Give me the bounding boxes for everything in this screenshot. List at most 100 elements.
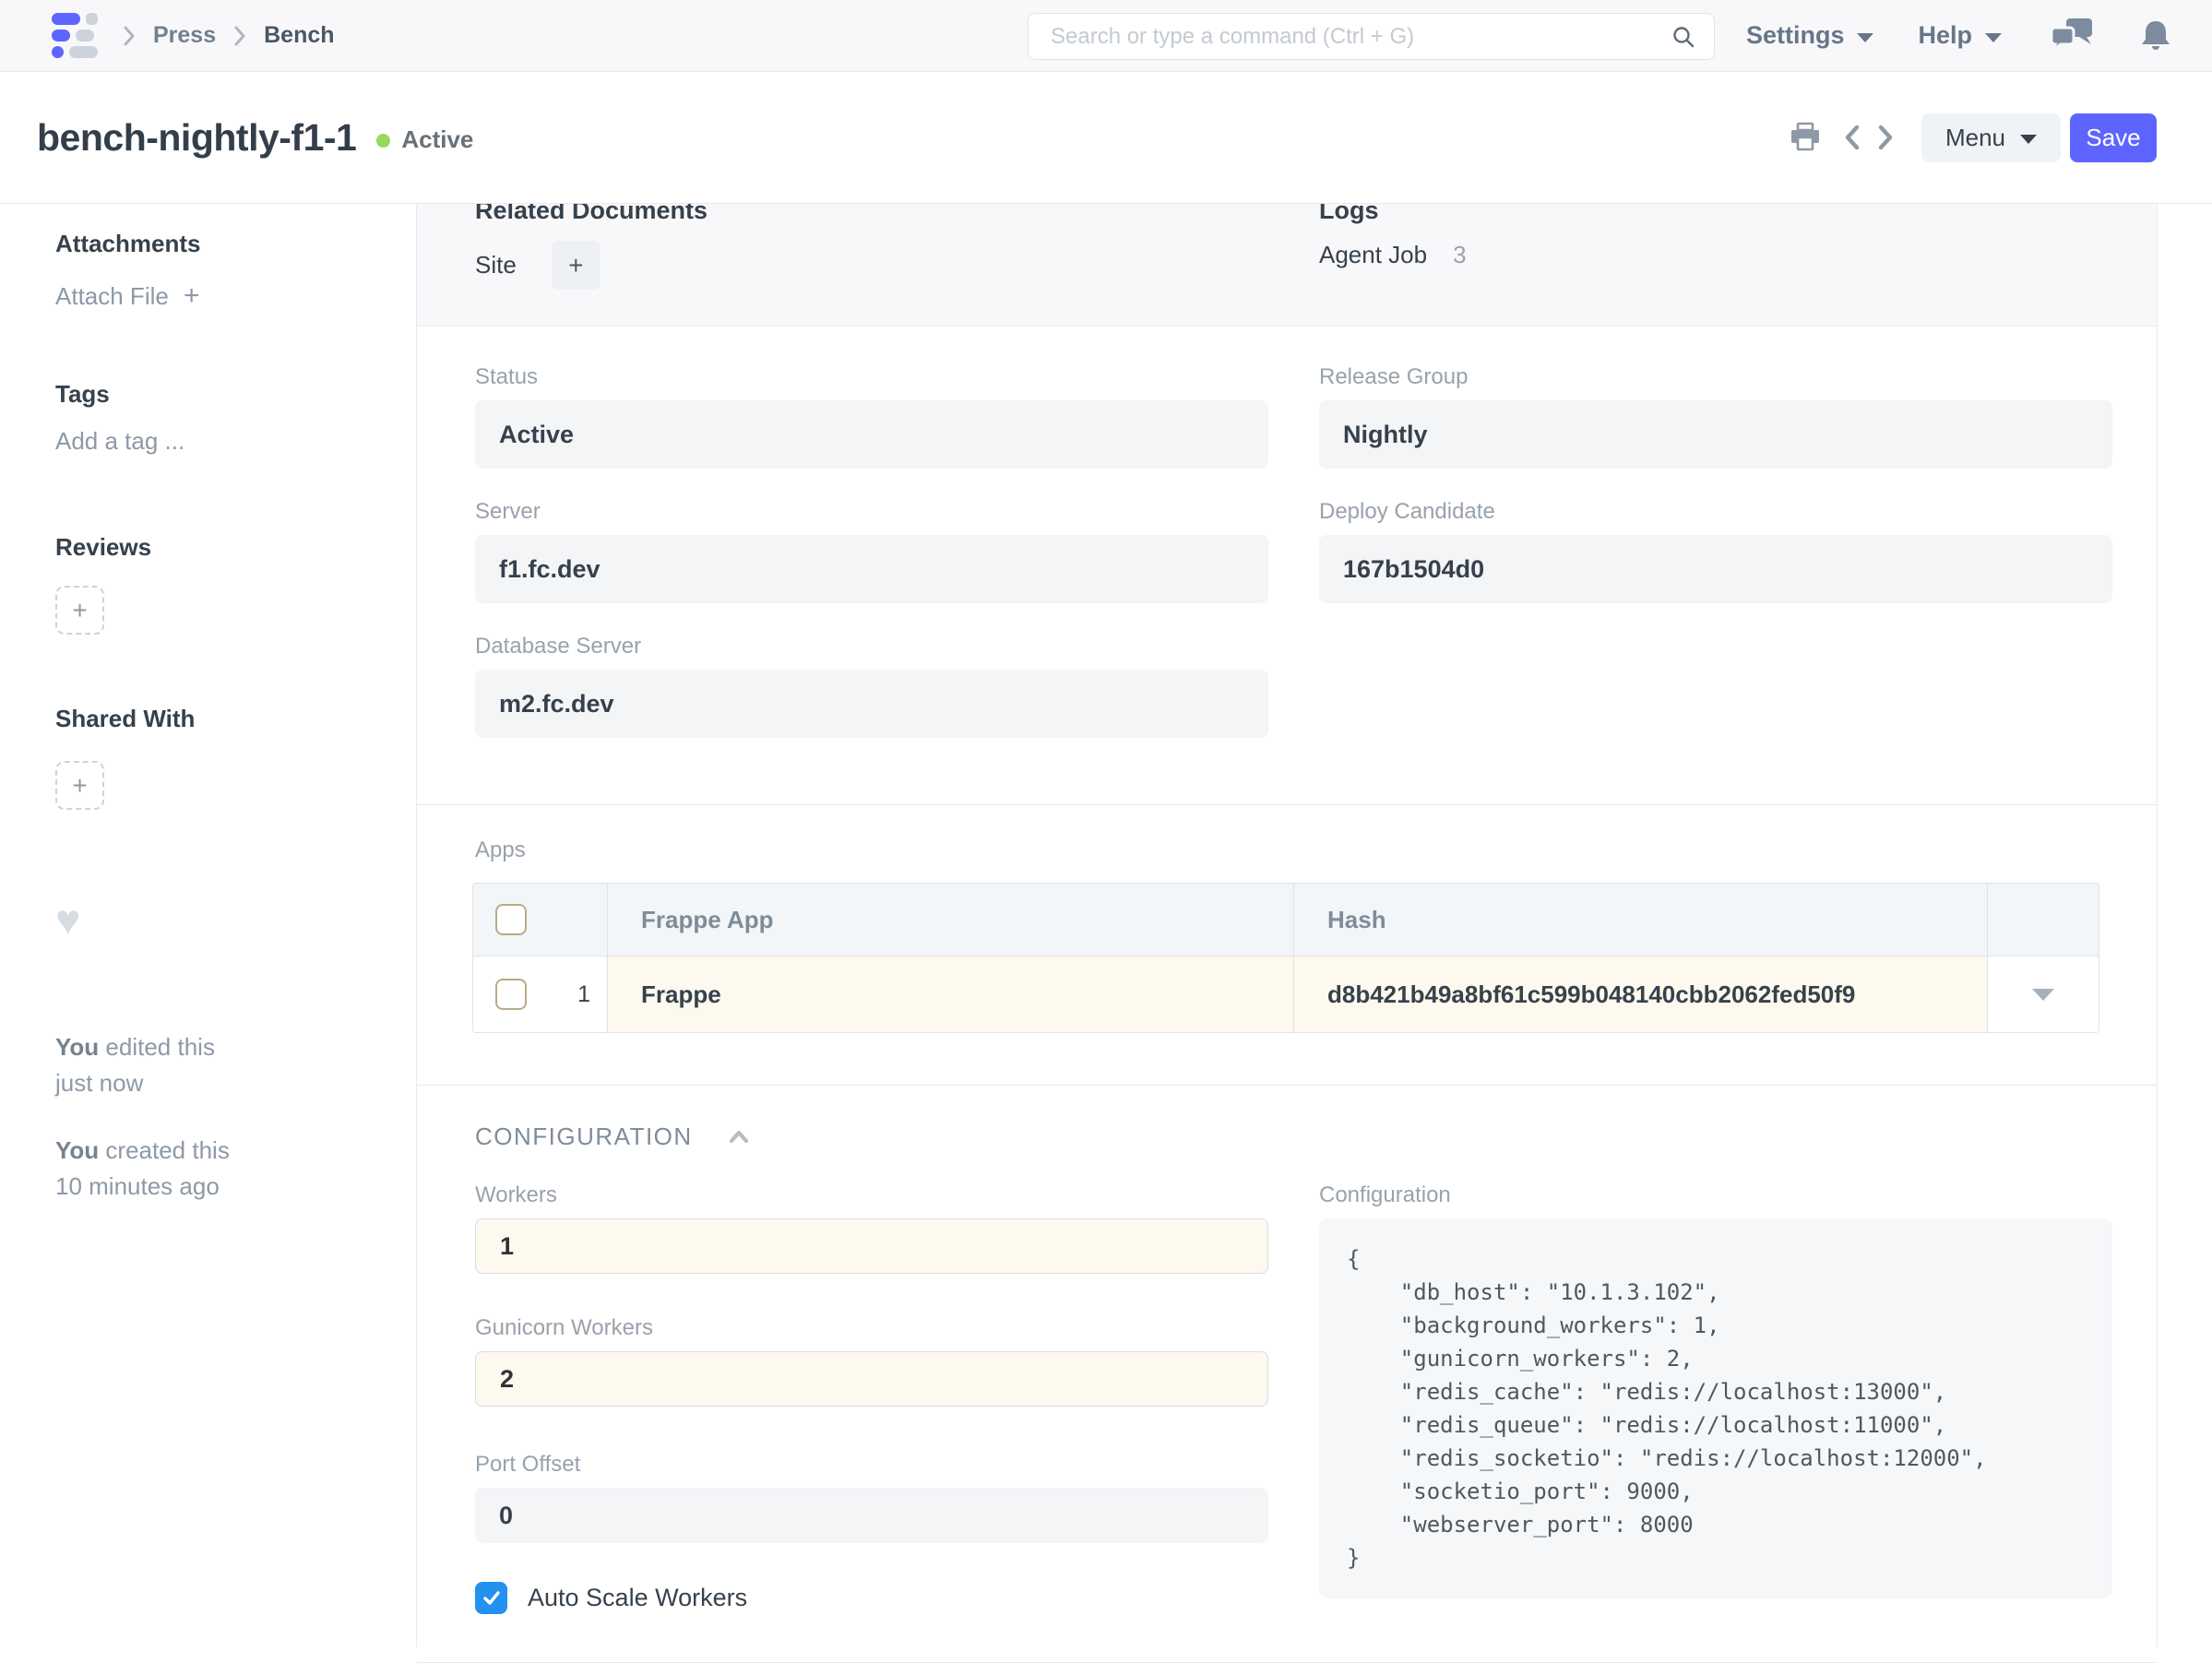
column-header-actions: [1988, 884, 2099, 956]
save-button[interactable]: Save: [2070, 113, 2157, 162]
plus-icon: +: [72, 771, 87, 801]
chevron-down-icon: [2032, 989, 2054, 1001]
row-expand-button[interactable]: [1988, 956, 2099, 1032]
created-action: created this: [105, 1136, 229, 1164]
chevron-right-icon: [122, 25, 137, 47]
site-link[interactable]: Site: [475, 251, 517, 279]
configuration-json-editor[interactable]: { "db_host": "10.1.3.102", "background_w…: [1319, 1218, 2112, 1598]
bell-icon[interactable]: [2140, 18, 2171, 53]
like-heart-icon[interactable]: ♥: [55, 898, 388, 941]
related-documents-heading: Related Documents: [475, 204, 1319, 226]
gunicorn-workers-input[interactable]: 2: [475, 1351, 1268, 1407]
chevron-up-icon: [728, 1129, 750, 1144]
workers-label: Workers: [475, 1183, 1268, 1207]
reviews-heading: Reviews: [55, 533, 388, 562]
navbar-right: A Settings Help: [1670, 14, 2171, 57]
database-server-value: m2.fc.dev: [475, 670, 1268, 738]
table-row: 1 Frappe d8b421b49a8bf61c599b048140cbb20…: [473, 956, 2099, 1032]
print-icon[interactable]: [1789, 122, 1822, 153]
page-title: bench-nightly-f1-1: [37, 116, 356, 160]
navbar: Press Bench A Settings Help: [0, 0, 2212, 72]
content: Attachments Attach File + Tags Add a tag…: [0, 203, 2212, 1647]
configuration-heading: CONFIGURATION: [475, 1123, 693, 1150]
app-logo-icon[interactable]: [52, 13, 98, 58]
apps-table: Frappe App Hash 1 Frappe d8b421b49a8bf61…: [472, 883, 2099, 1033]
global-search: [1028, 13, 1715, 60]
settings-label: Settings: [1746, 21, 1845, 50]
heart-glyph: ♥: [55, 896, 80, 944]
status-label: Status: [475, 365, 1268, 389]
help-menu[interactable]: Help: [1918, 21, 2002, 50]
add-review-button[interactable]: +: [55, 586, 104, 635]
configuration-json-label: Configuration: [1319, 1183, 2112, 1207]
database-server-field: Database Server m2.fc.dev: [475, 635, 1268, 738]
apps-section: Apps Frappe App Hash 1 Frappe d8b421b49a…: [417, 804, 2157, 1085]
created-time: 10 minutes ago: [55, 1172, 220, 1200]
form-sidebar: Attachments Attach File + Tags Add a tag…: [0, 204, 417, 1647]
auto-scale-workers-checkbox[interactable]: [475, 1582, 507, 1614]
logs-heading: Logs: [1319, 204, 2112, 226]
hash-cell[interactable]: d8b421b49a8bf61c599b048140cbb2062fed50f9: [1327, 980, 1855, 1009]
chevron-down-icon: [1985, 33, 2002, 42]
attach-file-label: Attach File: [55, 282, 169, 311]
port-offset-input[interactable]: 0: [475, 1488, 1268, 1543]
logs-block: Logs Agent Job 3: [1319, 204, 2112, 326]
form-dashboard: Related Documents Site + Logs Agent Job …: [417, 204, 2157, 326]
configuration-section-toggle[interactable]: CONFIGURATION: [475, 1123, 2112, 1150]
edited-by: You: [55, 1033, 99, 1061]
apps-table-header: Frappe App Hash: [473, 884, 2099, 956]
created-activity: You created this 10 minutes ago: [55, 1133, 388, 1205]
shared-with-heading: Shared With: [55, 705, 388, 733]
database-server-label: Database Server: [475, 635, 1268, 659]
menu-button-label: Menu: [1945, 124, 2005, 152]
agent-job-link[interactable]: Agent Job: [1319, 241, 1427, 269]
server-label: Server: [475, 500, 1268, 524]
release-group-label: Release Group: [1319, 365, 2112, 389]
previous-document-icon[interactable]: [1840, 123, 1864, 152]
apps-section-label: Apps: [475, 838, 2112, 862]
page-actions: Menu Save: [1789, 113, 2157, 162]
plus-icon: +: [72, 596, 87, 625]
auto-scale-workers-label: Auto Scale Workers: [528, 1584, 747, 1612]
row-serial: 1: [577, 981, 590, 1008]
settings-menu[interactable]: Settings: [1746, 21, 1874, 50]
breadcrumb-item-press[interactable]: Press: [153, 22, 216, 49]
agent-job-count: 3: [1453, 241, 1466, 269]
row-checkbox[interactable]: [495, 979, 527, 1010]
select-all-checkbox[interactable]: [495, 904, 527, 935]
next-document-icon[interactable]: [1873, 123, 1897, 152]
add-tag-input[interactable]: Add a tag ...: [55, 427, 388, 456]
release-group-field: Release Group Nightly: [1319, 365, 2112, 469]
chat-icon[interactable]: [2050, 17, 2096, 55]
menu-button[interactable]: Menu: [1921, 113, 2061, 162]
configuration-section: CONFIGURATION Workers 1 Gunicorn Workers…: [417, 1085, 2157, 1663]
edited-time: just now: [55, 1069, 143, 1097]
status-indicator-dot: [376, 134, 390, 148]
attach-file-button[interactable]: Attach File +: [55, 280, 388, 312]
edited-activity: You edited this just now: [55, 1029, 388, 1101]
page-head: bench-nightly-f1-1 Active Menu Save: [0, 72, 2212, 203]
workers-input[interactable]: 1: [475, 1218, 1268, 1274]
port-offset-field: Port Offset 0: [475, 1453, 1268, 1543]
edited-action: edited this: [105, 1033, 215, 1061]
workers-field: Workers 1: [475, 1183, 1268, 1274]
breadcrumb-item-bench[interactable]: Bench: [264, 22, 334, 49]
status-indicator-label: Active: [401, 125, 473, 154]
plus-icon: +: [184, 280, 200, 312]
add-site-button[interactable]: +: [552, 241, 601, 290]
chevron-down-icon: [2020, 135, 2037, 144]
details-section: Status Active Server f1.fc.dev Database …: [417, 326, 2157, 804]
search-icon: [1671, 25, 1695, 49]
form-main: Related Documents Site + Logs Agent Job …: [417, 204, 2158, 1647]
frappe-app-cell[interactable]: Frappe: [641, 980, 721, 1009]
plus-icon: +: [568, 251, 583, 280]
add-share-button[interactable]: +: [55, 761, 104, 810]
chevron-down-icon: [1857, 33, 1873, 42]
column-header-hash: Hash: [1294, 884, 1988, 956]
gunicorn-workers-field: Gunicorn Workers 2: [475, 1316, 1268, 1407]
server-value: f1.fc.dev: [475, 535, 1268, 603]
status-value: Active: [475, 400, 1268, 469]
search-input[interactable]: [1029, 24, 1671, 50]
gunicorn-workers-label: Gunicorn Workers: [475, 1316, 1268, 1340]
deploy-candidate-field: Deploy Candidate 167b1504d0: [1319, 500, 2112, 603]
